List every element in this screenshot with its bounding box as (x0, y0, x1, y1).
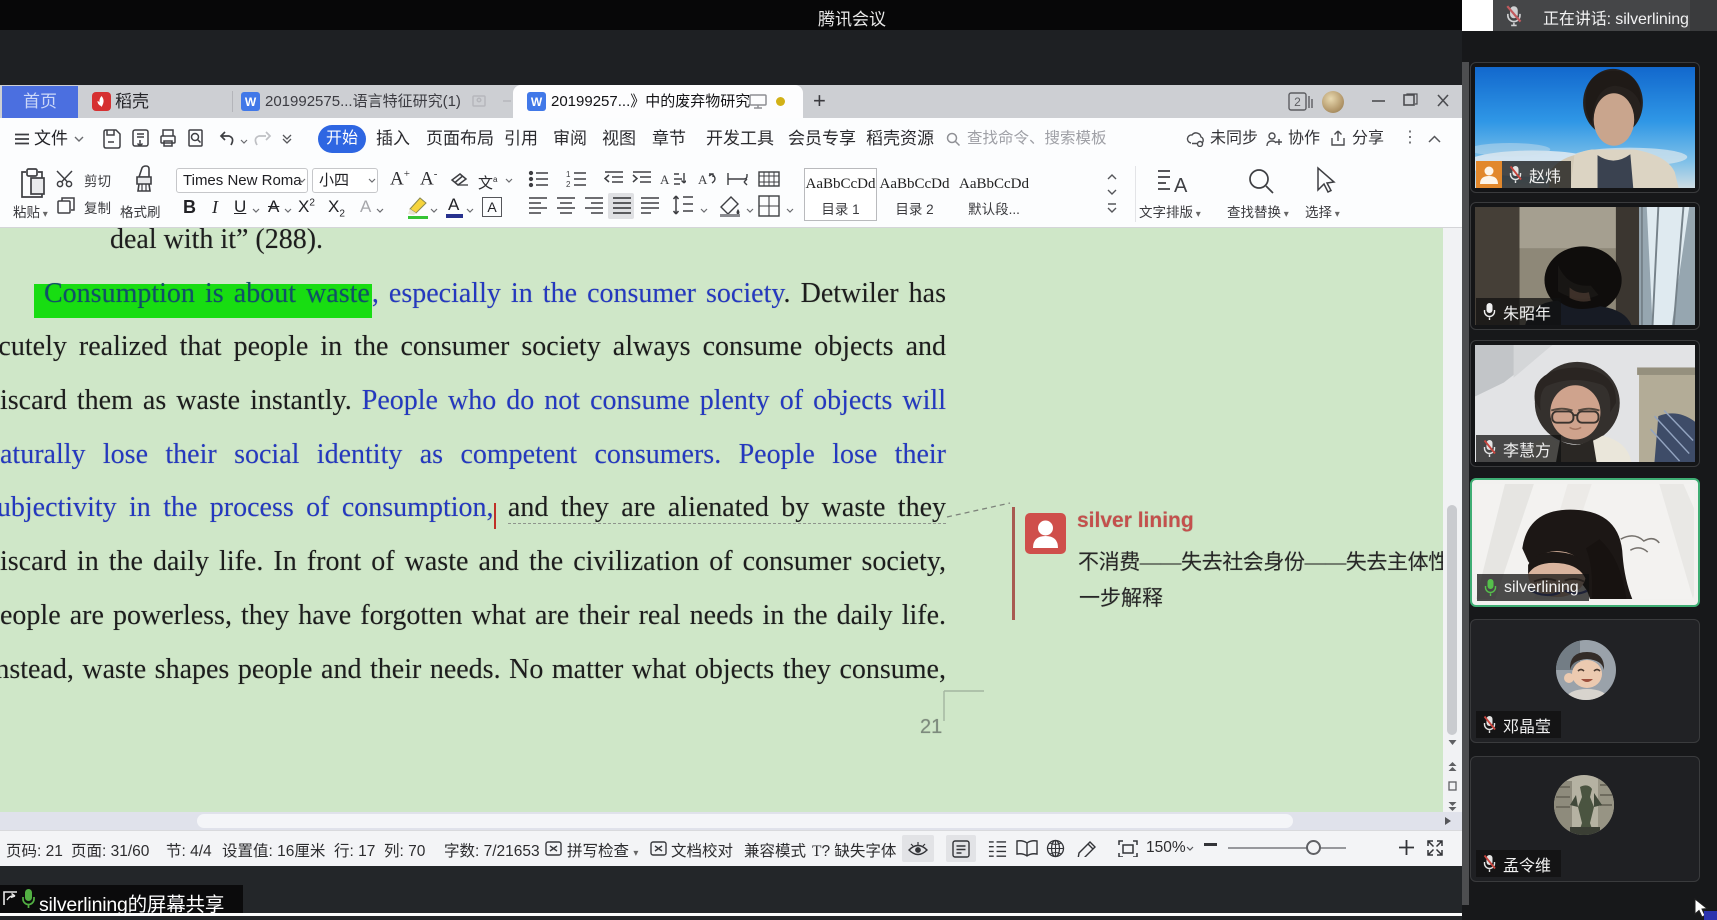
svg-text:2: 2 (566, 180, 571, 188)
svg-text:1: 1 (566, 170, 571, 179)
svg-text:2: 2 (1294, 95, 1301, 109)
svg-text:A: A (1174, 175, 1188, 197)
svg-text:A: A (698, 172, 708, 187)
svg-text:A: A (660, 172, 670, 187)
svg-text:W: W (531, 95, 543, 109)
svg-text:W: W (245, 95, 257, 109)
